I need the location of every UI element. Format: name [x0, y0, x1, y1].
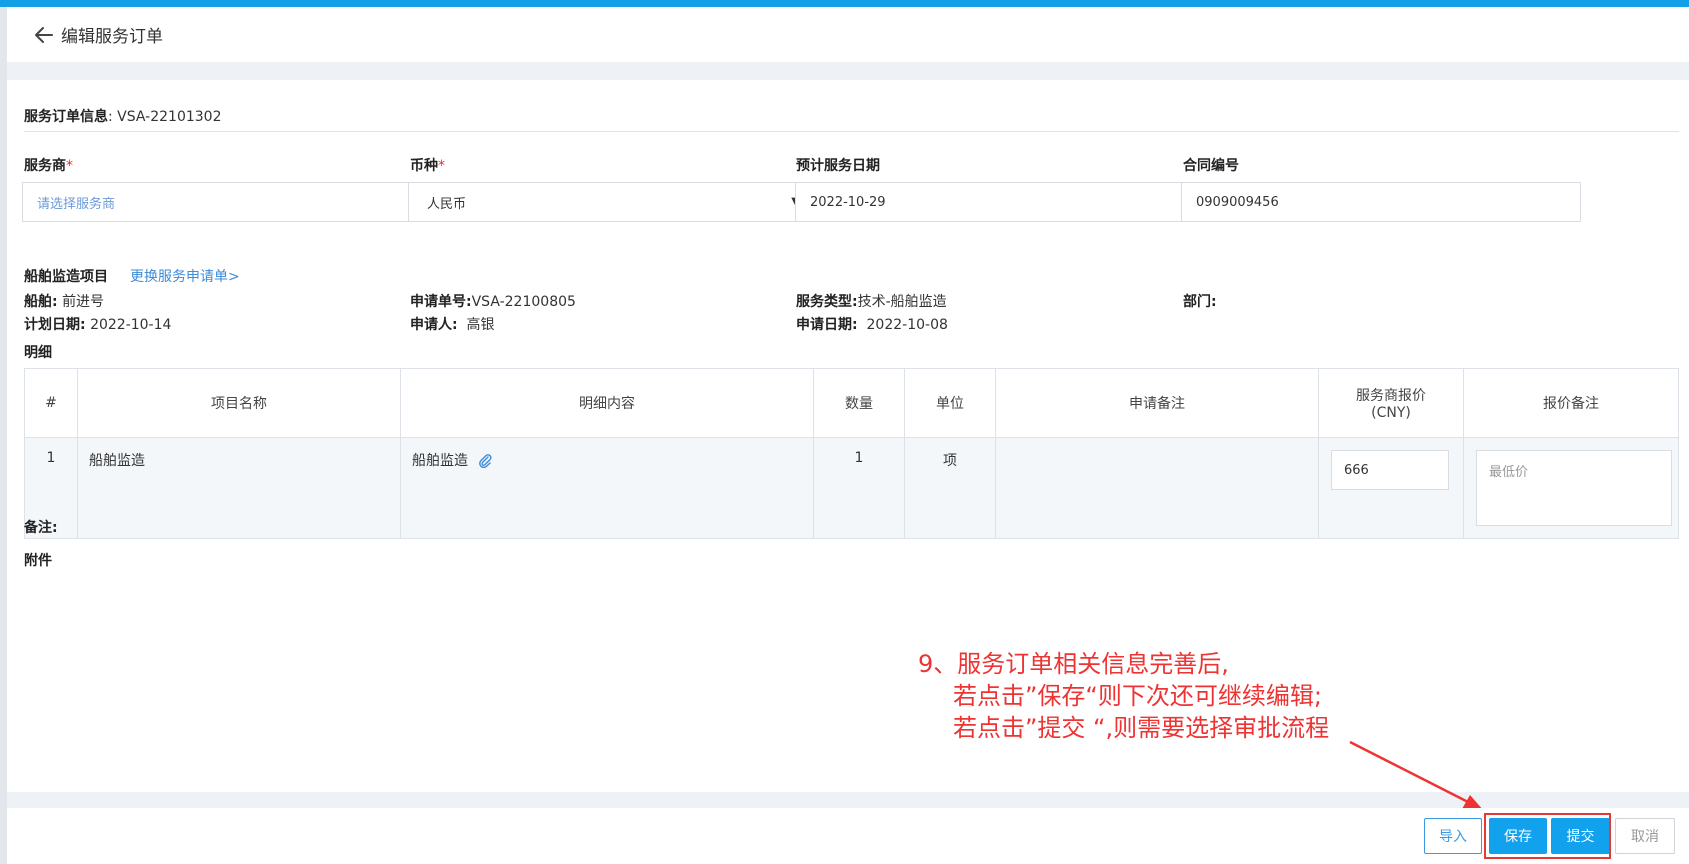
top-accent-bar — [0, 0, 1689, 7]
tutorial-annotation: 9、服务订单相关信息完善后, 若点击”保存“则下次还可继续编辑; 若点击”提交 … — [918, 648, 1329, 744]
back-arrow-icon[interactable] — [33, 24, 55, 46]
detail-table: # 项目名称 明细内容 数量 单位 申请备注 服务商报价 (CNY) 报价备注 1… — [24, 368, 1679, 539]
order-info-separator: : — [108, 109, 113, 125]
row-price-cell: 666 — [1318, 437, 1464, 539]
col-item-name: 项目名称 — [77, 368, 401, 438]
plan-date-info: 计划日期: 2022-10-14 — [24, 317, 172, 333]
col-price: 服务商报价 (CNY) — [1318, 368, 1464, 438]
col-index: # — [24, 368, 78, 438]
contract-no-label: 合同编号 — [1183, 158, 1239, 174]
service-date-label: 预计服务日期 — [796, 158, 880, 174]
attachment-label: 附件 — [24, 553, 52, 569]
row-content: 船舶监造 — [412, 453, 468, 469]
provider-placeholder: 请选择服务商 — [37, 196, 116, 212]
order-form-panel: 服务订单信息: VSA-22101302 服务商* 币种* 预计服务日期 合同编… — [7, 80, 1689, 792]
col-qty: 数量 — [813, 368, 905, 438]
row-item-name: 船舶监造 — [77, 437, 401, 539]
col-price-note: 报价备注 — [1463, 368, 1679, 438]
row-apply-note — [995, 437, 1319, 539]
required-mark: * — [66, 158, 73, 174]
service-type-info: 服务类型:技术-船舶监造 — [796, 294, 947, 310]
page-header: 编辑服务订单 — [7, 7, 1689, 62]
change-request-link[interactable]: 更换服务申请单> — [130, 266, 240, 286]
remark-label: 备注: — [24, 520, 58, 536]
annotation-line-1: 9、服务订单相关信息完善后, — [918, 650, 1229, 678]
page-title: 编辑服务订单 — [61, 27, 163, 47]
col-content: 明细内容 — [400, 368, 814, 438]
table-row: 1 船舶监造 船舶监造 1 项 666 最低价 — [24, 437, 1679, 539]
required-mark: * — [438, 158, 445, 174]
row-unit: 项 — [904, 437, 996, 539]
annotation-line-2: 若点击”保存“则下次还可继续编辑; — [953, 682, 1322, 710]
detail-title: 明细 — [24, 345, 52, 361]
order-number: VSA-22101302 — [117, 109, 222, 125]
row-price-note-cell: 最低价 — [1463, 437, 1679, 539]
cancel-button[interactable]: 取消 — [1615, 818, 1675, 854]
service-date-value: 2022-10-29 — [810, 194, 886, 210]
import-button[interactable]: 导入 — [1424, 818, 1482, 854]
highlight-box — [1484, 813, 1611, 859]
order-info-title: 服务订单信息: VSA-22101302 — [24, 106, 221, 126]
row-qty: 1 — [813, 437, 905, 539]
price-note-textarea[interactable]: 最低价 — [1476, 450, 1672, 526]
ship-info: 船舶: 前进号 — [24, 294, 105, 310]
annotation-line-3: 若点击”提交 “,则需要选择审批流程 — [953, 714, 1330, 742]
section-divider — [24, 131, 1679, 132]
price-input[interactable]: 666 — [1331, 450, 1449, 490]
apply-date-info: 申请日期: 2022-10-08 — [796, 317, 948, 333]
applicant-info: 申请人: 高银 — [410, 317, 495, 333]
currency-select[interactable]: 人民币 ▼ — [408, 182, 808, 222]
table-header-row: # 项目名称 明细内容 数量 单位 申请备注 服务商报价 (CNY) 报价备注 — [24, 368, 1679, 438]
department-info: 部门: — [1183, 294, 1217, 310]
contract-no-value: 0909009456 — [1196, 194, 1279, 210]
col-apply-note: 申请备注 — [995, 368, 1319, 438]
apply-no-info: 申请单号:VSA-22100805 — [410, 294, 576, 310]
col-unit: 单位 — [904, 368, 996, 438]
currency-value: 人民币 — [427, 196, 467, 212]
ship-section-title: 船舶监造项目 — [24, 269, 108, 285]
row-content-cell: 船舶监造 — [400, 437, 814, 539]
provider-select[interactable]: 请选择服务商 — [22, 182, 422, 222]
attachment-clip-icon[interactable] — [478, 454, 492, 469]
service-date-input[interactable]: 2022-10-29 — [795, 182, 1195, 222]
left-edge-strip — [0, 7, 7, 864]
currency-label: 币种* — [410, 158, 445, 174]
contract-no-input[interactable]: 0909009456 — [1181, 182, 1581, 222]
provider-label: 服务商* — [24, 158, 73, 174]
order-info-label: 服务订单信息 — [24, 109, 108, 125]
